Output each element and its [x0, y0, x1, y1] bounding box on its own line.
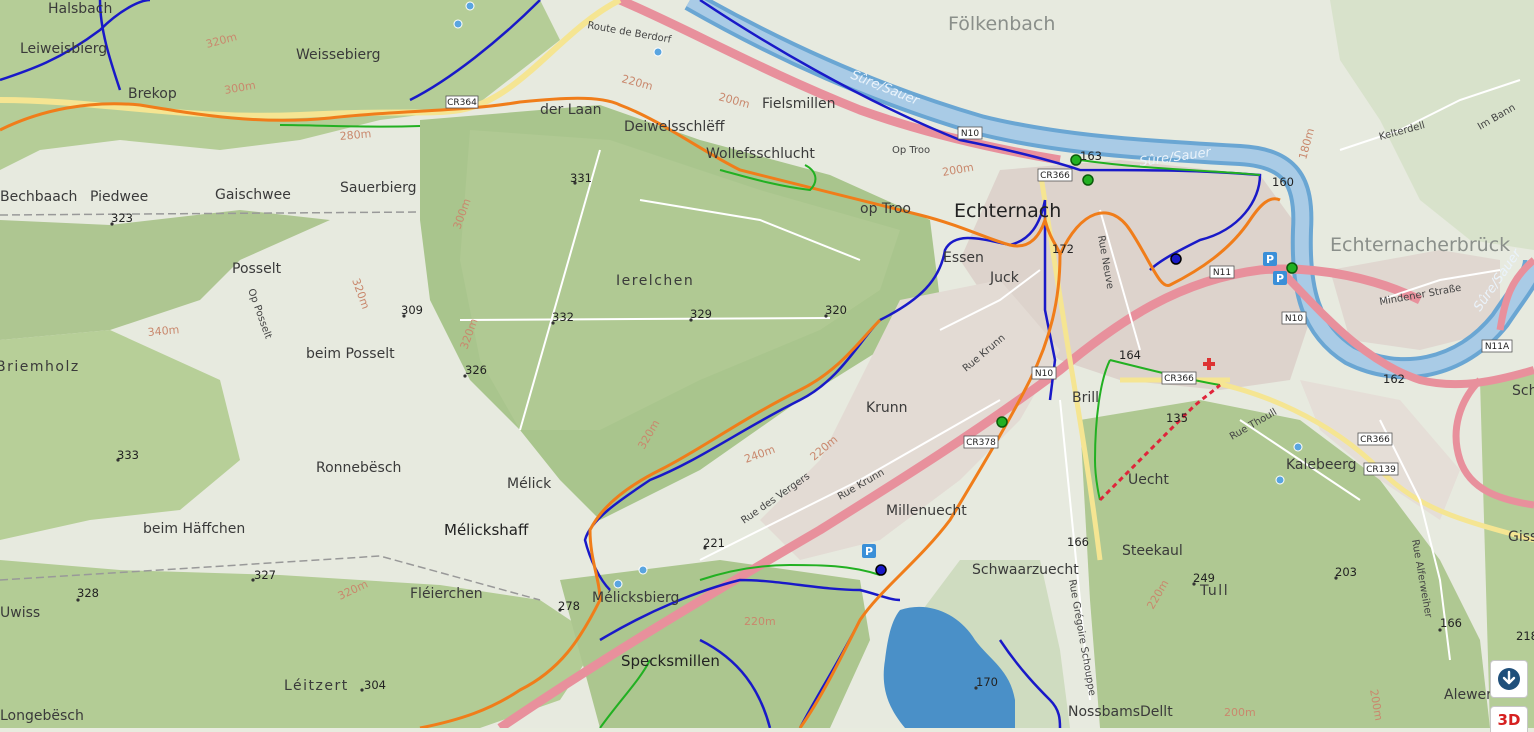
locality-label: Uecht: [1128, 472, 1169, 488]
locality-label: Deiwelsschlëff: [624, 119, 725, 135]
svg-text:320: 320: [825, 303, 847, 317]
svg-text:164: 164: [1119, 348, 1141, 362]
svg-text:CR139: CR139: [1366, 465, 1396, 475]
locality-label: Mélicksbierg: [592, 590, 679, 606]
locality-label: Juck: [989, 270, 1020, 286]
locality-label: Piedwee: [90, 189, 148, 205]
parking-icon: P: [865, 545, 873, 558]
svg-text:309: 309: [401, 303, 423, 317]
svg-text:218: 218: [1516, 629, 1534, 643]
locality-label: Ierelchen: [616, 273, 694, 289]
locality-label: Alewer: [1444, 687, 1492, 703]
route-marker: [875, 564, 887, 576]
locality-label: der Laan: [540, 102, 602, 118]
svg-text:329: 329: [690, 307, 712, 321]
locality-label: Leiweisbierg: [20, 41, 107, 57]
svg-text:172: 172: [1052, 242, 1074, 256]
locality-label: Fléierchen: [410, 586, 483, 602]
locality-label: Uwiss: [0, 605, 40, 621]
locality-label: beim Häffchen: [143, 521, 245, 537]
map-canvas[interactable]: Sûre/Sauer Sûre/Sauer Sûre/Sauer P P P C…: [0, 0, 1534, 728]
locality-label: Krunn: [866, 400, 908, 416]
svg-text:N10: N10: [961, 129, 979, 139]
svg-text:327: 327: [254, 568, 276, 582]
locality-label: Brekop: [128, 86, 177, 102]
svg-text:304: 304: [364, 678, 386, 692]
svg-text:N11A: N11A: [1485, 342, 1510, 352]
locality-label: NossbamsDellt: [1068, 704, 1173, 720]
locality-label: Kalebeerg: [1286, 457, 1357, 473]
svg-text:166: 166: [1440, 616, 1462, 630]
svg-text:220m: 220m: [744, 615, 776, 628]
svg-text:328: 328: [77, 586, 99, 600]
svg-text:200m: 200m: [1224, 706, 1256, 719]
locality-label: Specksmillen: [621, 652, 720, 670]
locality-label: Essen: [943, 250, 984, 266]
route-marker: [996, 416, 1008, 428]
locality-label: Fielsmillen: [762, 96, 836, 112]
locality-label: Fölkenbach: [948, 13, 1055, 35]
svg-text:CR366: CR366: [1164, 374, 1194, 384]
locality-label: Millenuecht: [886, 503, 967, 519]
svg-text:203: 203: [1335, 565, 1357, 579]
svg-text:163: 163: [1080, 149, 1102, 163]
toggle-3d-button[interactable]: 3D: [1490, 706, 1528, 732]
svg-text:249: 249: [1193, 571, 1215, 585]
locality-label: Halsbach: [48, 1, 112, 17]
route-marker: [1286, 262, 1298, 274]
parking-icon: P: [1276, 272, 1284, 285]
locality-label: Echternach: [954, 200, 1061, 222]
locality-label: Bechbaach: [0, 189, 77, 205]
locality-label: Posselt: [232, 261, 282, 277]
locality-label: Wollefsschlucht: [706, 146, 815, 162]
svg-text:N10: N10: [1285, 314, 1303, 324]
svg-text:323: 323: [111, 211, 133, 225]
svg-text:340m: 340m: [147, 323, 180, 339]
svg-text:162: 162: [1383, 372, 1405, 386]
svg-text:CR366: CR366: [1040, 171, 1070, 181]
locality-label: Gaischwee: [215, 187, 291, 203]
locality-label: beim Posselt: [306, 346, 395, 362]
locality-label: Ronnebësch: [316, 460, 401, 476]
svg-text:331: 331: [570, 171, 592, 185]
locality-label: Tull: [1199, 583, 1229, 599]
locality-label: Mélick: [507, 476, 552, 492]
svg-text:135: 135: [1166, 411, 1188, 425]
locality-label: Weissebierg: [296, 47, 381, 63]
locality-label: Schwaarzuecht: [972, 562, 1079, 578]
locality-label: Steekaul: [1122, 543, 1183, 559]
svg-text:332: 332: [552, 310, 574, 324]
svg-text:221: 221: [703, 536, 725, 550]
street-label: Op Troo: [892, 145, 930, 156]
svg-text:160: 160: [1272, 175, 1294, 189]
svg-text:CR366: CR366: [1360, 435, 1390, 445]
locality-label: Brill: [1072, 390, 1099, 406]
locality-label: Sauerbierg: [340, 180, 417, 196]
locality-label: Briemholz: [0, 359, 80, 375]
svg-text:333: 333: [117, 448, 139, 462]
route-marker: [1082, 174, 1094, 186]
toggle-3d-label: 3D: [1497, 711, 1521, 729]
download-button[interactable]: [1490, 660, 1528, 698]
route-marker: [1170, 253, 1182, 265]
locality-label: Gissen: [1508, 529, 1534, 545]
svg-text:170: 170: [976, 675, 998, 689]
locality-label: Longebësch: [0, 708, 84, 724]
locality-label: Echternacherbrück: [1330, 234, 1510, 256]
locality-label: op Troo: [860, 201, 911, 217]
svg-text:166: 166: [1067, 535, 1089, 549]
locality-label: Mélickshaff: [444, 521, 529, 539]
svg-text:278: 278: [558, 599, 580, 613]
parking-icon: P: [1266, 253, 1274, 266]
svg-text:N11: N11: [1213, 268, 1231, 278]
locality-label: Schou: [1512, 383, 1534, 399]
locality-label: Léitzert: [284, 678, 349, 694]
svg-text:CR364: CR364: [447, 98, 477, 108]
download-circle-icon: [1498, 668, 1520, 690]
svg-text:CR378: CR378: [966, 438, 996, 448]
svg-text:280m: 280m: [339, 127, 372, 143]
svg-text:326: 326: [465, 363, 487, 377]
svg-text:N10: N10: [1035, 369, 1053, 379]
